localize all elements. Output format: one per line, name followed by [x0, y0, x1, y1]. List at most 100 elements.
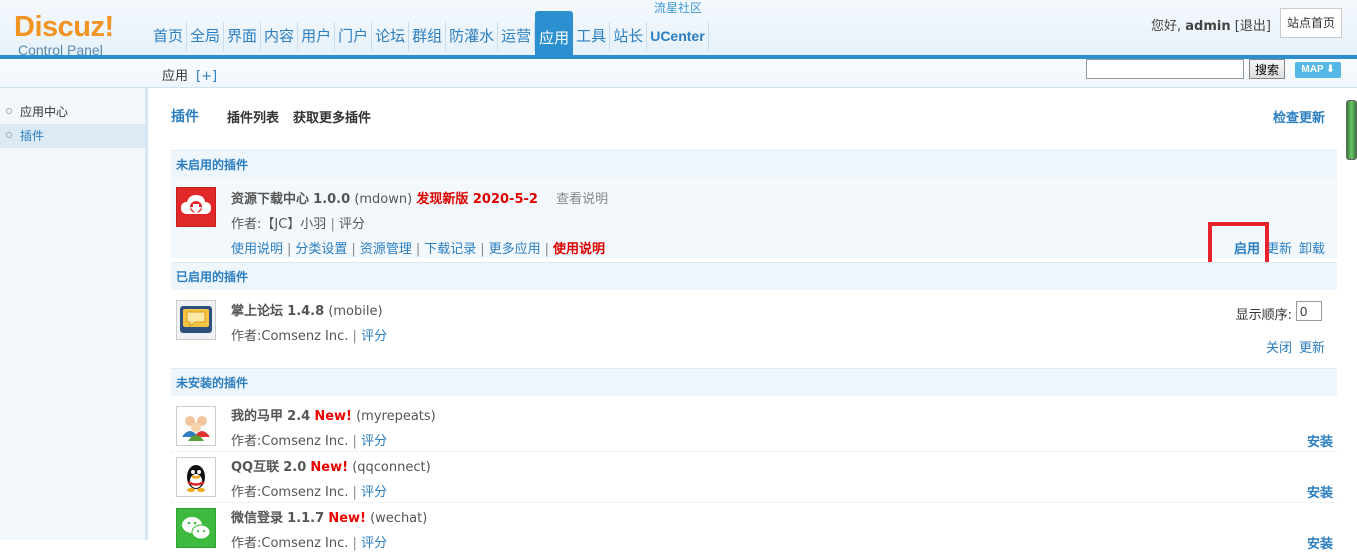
author-prefix: 作者: [231, 536, 262, 551]
sidebar-item-plugins[interactable]: 插件 [0, 124, 145, 148]
nav-extended[interactable]: 运营 [498, 22, 536, 51]
plugin-identifier: (qqconnect) [352, 460, 431, 475]
plugin-version: 1.1.7 [287, 511, 325, 526]
sidebar: 应用中心 插件 [0, 88, 148, 540]
plugin-version: 2.4 [287, 409, 311, 424]
link-usage[interactable]: 使用说明 [231, 242, 283, 257]
nav-style[interactable]: 界面 [224, 22, 262, 51]
plugin-tabs: 插件 插件列表 获取更多插件 检查更新 [171, 106, 1337, 126]
nav-forum[interactable]: 论坛 [372, 22, 410, 51]
map-button[interactable]: MAP ⬇ [1295, 62, 1341, 78]
link-download-log[interactable]: 下载记录 [424, 242, 476, 257]
user-info: 您好, admin [退出] [1151, 15, 1271, 34]
nav-user[interactable]: 用户 [298, 22, 336, 51]
plugin-version: 2.0 [283, 460, 307, 475]
display-order-label: 显示顺序: [1235, 308, 1292, 323]
plugin-identifier: (mdown) [354, 192, 413, 207]
nav-plugin[interactable]: 应用 [535, 11, 574, 55]
nav-founder[interactable]: 站长 [610, 22, 648, 51]
plugin-identifier: (myrepeats) [356, 409, 436, 424]
author-prefix: 作者: [231, 434, 262, 449]
section-header-uninstalled: 未安装的插件 [171, 368, 1337, 396]
section-header-disabled: 未启用的插件 [171, 150, 1337, 178]
plugin-identifier: (wechat) [370, 511, 428, 526]
section-header-enabled: 已启用的插件 [171, 262, 1337, 290]
arrow-down-icon: ⬇ [1326, 64, 1335, 75]
wechat-icon [176, 508, 216, 548]
display-order-input[interactable] [1296, 301, 1322, 321]
link-category-settings[interactable]: 分类设置 [295, 242, 347, 257]
scrollbar-thumb[interactable] [1346, 100, 1357, 160]
nav-ucenter[interactable]: UCenter [647, 22, 709, 51]
nav-safe[interactable]: 防灌水 [446, 22, 499, 51]
new-version-link[interactable]: 发现新版 2020-5-2 [416, 192, 538, 207]
enable-button[interactable]: 启用 [1234, 238, 1260, 257]
plugin-version: 1.0.0 [313, 192, 351, 207]
site-home-button[interactable]: 站点首页 [1280, 8, 1342, 38]
rate-link[interactable]: 评分 [361, 329, 387, 344]
plugin-name: 微信登录 [231, 511, 284, 526]
nav-tools[interactable]: 工具 [573, 22, 611, 51]
author-prefix: 作者: [231, 329, 262, 344]
plugin-row-mdown: 资源下载中心 1.0.0 (mdown) 发现新版 2020-5-2 查看说明 … [171, 178, 1337, 274]
search-input[interactable] [1086, 59, 1244, 79]
users-icon [176, 406, 216, 446]
link-more-apps[interactable]: 更多应用 [489, 242, 541, 257]
bullet-icon [6, 108, 12, 114]
author-name: Comsenz Inc. [261, 434, 349, 449]
plugin-version: 1.4.8 [287, 304, 325, 319]
link-usage-red[interactable]: 使用说明 [553, 242, 605, 257]
username: admin [1185, 19, 1231, 34]
plugin-author: 作者:【JC】小羽 | 评分 [231, 217, 365, 232]
nav-portal[interactable]: 门户 [335, 22, 373, 51]
update-button[interactable]: 更新 [1266, 238, 1292, 257]
breadcrumb: 应用 [+] [162, 65, 217, 84]
tab-plugin-list[interactable]: 插件列表 [227, 107, 279, 126]
plugin-identifier: (mobile) [328, 304, 383, 319]
link-resource-manage[interactable]: 资源管理 [360, 242, 412, 257]
logo-subtitle: Control Panel [18, 42, 103, 58]
author-name: 【JC】小羽 [261, 217, 327, 232]
plugin-author: 作者:Comsenz Inc. | 评分 [231, 329, 388, 344]
mobile-chat-icon [176, 300, 216, 340]
author-name: Comsenz Inc. [261, 329, 349, 344]
sidebar-item-label: 插件 [20, 129, 45, 143]
rate-link[interactable]: 评分 [361, 536, 387, 551]
nav-group[interactable]: 群组 [409, 22, 447, 51]
update-button[interactable]: 更新 [1299, 337, 1325, 356]
plugin-title: 微信登录 1.1.7 New! (wechat) [231, 507, 427, 526]
uninstall-button[interactable]: 卸载 [1299, 238, 1325, 257]
plugin-name: 我的马甲 [231, 409, 284, 424]
plugin-row-myrepeats: 我的马甲 2.4 New! (myrepeats) 作者:Comsenz Inc… [171, 400, 1337, 450]
qq-penguin-icon [176, 457, 216, 497]
readme-link[interactable]: 查看说明 [556, 192, 608, 207]
map-button-label: MAP [1301, 64, 1324, 75]
rate-link[interactable]: 评分 [361, 434, 387, 449]
install-button[interactable]: 安装 [1307, 431, 1333, 450]
check-update-link[interactable]: 检查更新 [1273, 107, 1325, 126]
rate-link[interactable]: 评分 [339, 217, 365, 232]
sidebar-item-app-center[interactable]: 应用中心 [0, 100, 145, 124]
nav-global[interactable]: 全局 [187, 22, 225, 51]
plugin-name: 资源下载中心 [231, 192, 310, 207]
install-button[interactable]: 安装 [1307, 533, 1333, 552]
logout-link[interactable]: [退出] [1235, 19, 1271, 34]
add-shortcut-link[interactable]: [+] [196, 69, 217, 84]
new-badge: New! [328, 511, 366, 526]
install-button[interactable]: 安装 [1307, 482, 1333, 501]
search-button[interactable]: 搜索 [1249, 59, 1285, 79]
plugin-name: 掌上论坛 [231, 304, 284, 319]
nav-home[interactable]: 首页 [150, 22, 188, 51]
plugin-author: 作者:Comsenz Inc. | 评分 [231, 485, 388, 500]
new-badge: New! [310, 460, 349, 475]
nav-content[interactable]: 内容 [261, 22, 299, 51]
discuz-logo[interactable]: Discuz! Control Panel [14, 12, 114, 58]
bullet-icon [6, 132, 12, 138]
tab-get-more-plugins[interactable]: 获取更多插件 [293, 107, 371, 126]
rate-link[interactable]: 评分 [361, 485, 387, 500]
author-prefix: 作者: [231, 485, 262, 500]
plugin-title: QQ互联 2.0 New! (qqconnect) [231, 456, 431, 475]
tab-plugins[interactable]: 插件 [171, 106, 199, 126]
plugin-row-qqconnect: QQ互联 2.0 New! (qqconnect) 作者:Comsenz Inc… [171, 451, 1337, 501]
close-button[interactable]: 关闭 [1266, 337, 1292, 356]
